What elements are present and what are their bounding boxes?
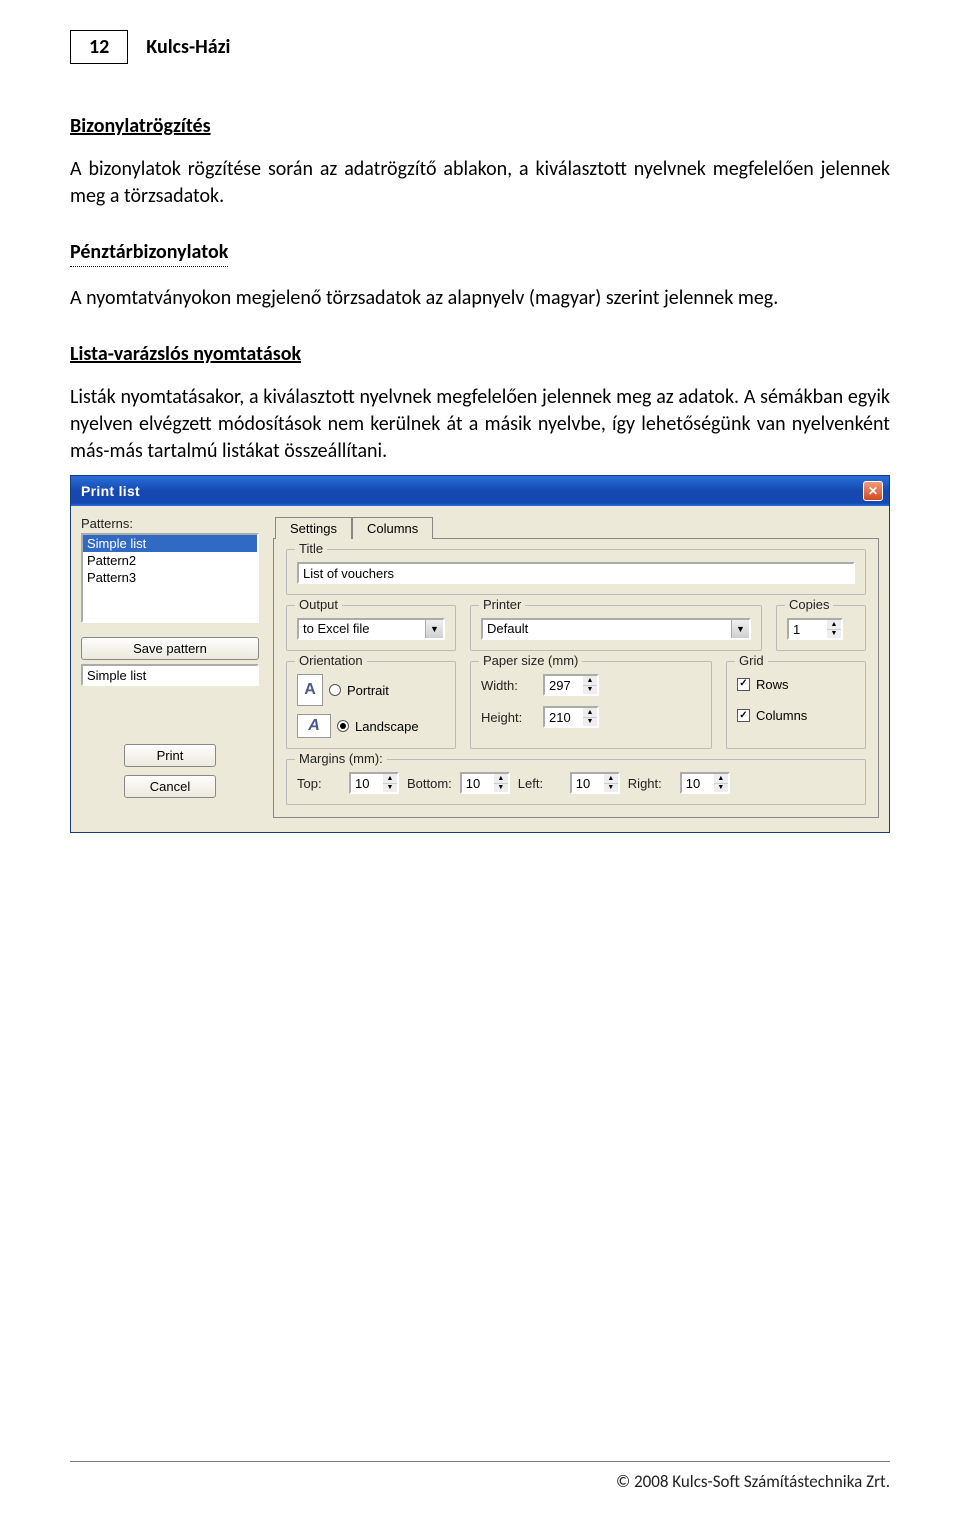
list-item[interactable]: Pattern2 [83, 552, 257, 569]
title-group: Title [286, 549, 866, 595]
settings-tabpanel: Title Output to Excel file ▼ Printe [273, 538, 879, 818]
page-header: 12 Kulcs-Házi [70, 30, 890, 64]
close-button[interactable]: ✕ [863, 481, 883, 501]
output-combobox[interactable]: to Excel file ▼ [297, 618, 445, 640]
landscape-radio[interactable]: Landscape [337, 719, 419, 734]
print-list-dialog: Print list ✕ Patterns: Simple list Patte… [70, 475, 890, 833]
spin-up-icon[interactable]: ▲ [383, 774, 397, 784]
spin-up-icon[interactable]: ▲ [583, 708, 597, 718]
height-label: Height: [481, 710, 533, 725]
portrait-icon: A [297, 674, 323, 706]
height-input[interactable] [543, 706, 583, 728]
margin-bottom-label: Bottom: [407, 776, 452, 791]
height-spinner[interactable]: ▲▼ [543, 706, 599, 728]
margin-right-label: Right: [628, 776, 672, 791]
section-heading-lista-varazslos: Lista-varázslós nyomtatások [70, 342, 890, 366]
document-title: Kulcs-Házi [146, 35, 230, 59]
dialog-title: Print list [81, 483, 140, 499]
margin-bottom-input[interactable] [460, 772, 494, 794]
paper-size-group: Paper size (mm) Width: ▲▼ Height: [470, 661, 712, 749]
title-input[interactable] [297, 562, 855, 584]
close-icon: ✕ [868, 484, 878, 498]
orientation-group: Orientation A Portrait A [286, 661, 456, 749]
margins-group-label: Margins (mm): [295, 751, 387, 766]
section-heading-bizonylatrogzites: Bizonylatrögzítés [70, 114, 890, 138]
list-item[interactable]: Pattern3 [83, 569, 257, 586]
copies-group-label: Copies [785, 597, 833, 612]
spin-down-icon[interactable]: ▼ [494, 784, 508, 793]
margins-group: Margins (mm): Top: ▲▼ Bottom: ▲▼ [286, 759, 866, 805]
patterns-listbox[interactable]: Simple list Pattern2 Pattern3 [81, 533, 259, 623]
pattern-name-input[interactable] [81, 664, 259, 686]
margin-top-label: Top: [297, 776, 341, 791]
margin-left-spinner[interactable]: ▲▼ [570, 772, 620, 794]
cancel-button[interactable]: Cancel [124, 775, 216, 798]
section2-paragraph: A nyomtatványokon megjelenő törzsadatok … [70, 285, 890, 312]
spin-down-icon[interactable]: ▼ [827, 630, 841, 639]
spin-up-icon[interactable]: ▲ [827, 620, 841, 630]
width-spinner[interactable]: ▲▼ [543, 674, 599, 696]
paper-size-group-label: Paper size (mm) [479, 653, 582, 668]
spin-up-icon[interactable]: ▲ [583, 676, 597, 686]
spin-up-icon[interactable]: ▲ [714, 774, 728, 784]
output-group: Output to Excel file ▼ [286, 605, 456, 651]
page-number: 12 [70, 30, 128, 64]
grid-columns-checkbox[interactable]: Columns [737, 708, 807, 723]
margin-left-label: Left: [518, 776, 562, 791]
tab-columns[interactable]: Columns [352, 517, 433, 539]
spin-down-icon[interactable]: ▼ [583, 718, 597, 727]
grid-group: Grid Rows Columns [726, 661, 866, 749]
printer-combobox[interactable]: Default ▼ [481, 618, 751, 640]
copies-spinner[interactable]: ▲▼ [787, 618, 855, 640]
landscape-icon: A [297, 714, 331, 738]
printer-group: Printer Default ▼ [470, 605, 762, 651]
section-heading-penztarbizonylatok: Pénztárbizonylatok [70, 240, 228, 267]
copies-group: Copies ▲▼ [776, 605, 866, 651]
spin-up-icon[interactable]: ▲ [604, 774, 618, 784]
spin-down-icon[interactable]: ▼ [583, 686, 597, 695]
margin-top-spinner[interactable]: ▲▼ [349, 772, 399, 794]
list-item[interactable]: Simple list [83, 535, 257, 552]
dialog-titlebar: Print list ✕ [71, 476, 889, 506]
printer-group-label: Printer [479, 597, 525, 612]
spin-down-icon[interactable]: ▼ [383, 784, 397, 793]
output-group-label: Output [295, 597, 342, 612]
tab-settings[interactable]: Settings [275, 517, 352, 539]
printer-value: Default [483, 620, 731, 638]
margin-left-input[interactable] [570, 772, 604, 794]
width-label: Width: [481, 678, 533, 693]
print-button[interactable]: Print [124, 744, 216, 767]
section3-paragraph: Listák nyomtatásakor, a kiválasztott nye… [70, 384, 890, 465]
margin-top-input[interactable] [349, 772, 383, 794]
width-input[interactable] [543, 674, 583, 696]
grid-group-label: Grid [735, 653, 768, 668]
orientation-group-label: Orientation [295, 653, 367, 668]
chevron-down-icon[interactable]: ▼ [425, 620, 443, 638]
spin-down-icon[interactable]: ▼ [714, 784, 728, 793]
spin-down-icon[interactable]: ▼ [604, 784, 618, 793]
section1-paragraph: A bizonylatok rögzítése során az adatrög… [70, 156, 890, 210]
patterns-label: Patterns: [81, 516, 259, 531]
grid-columns-label: Columns [756, 708, 807, 723]
title-group-label: Title [295, 541, 327, 556]
chevron-down-icon[interactable]: ▼ [731, 620, 749, 638]
margin-right-input[interactable] [680, 772, 714, 794]
spin-up-icon[interactable]: ▲ [494, 774, 508, 784]
footer-text: © 2008 Kulcs-Soft Számítástechnika Zrt. [616, 1471, 890, 1492]
grid-rows-checkbox[interactable]: Rows [737, 677, 789, 692]
margin-right-spinner[interactable]: ▲▼ [680, 772, 730, 794]
landscape-label: Landscape [355, 719, 419, 734]
output-value: to Excel file [299, 620, 425, 638]
save-pattern-button[interactable]: Save pattern [81, 637, 259, 660]
margin-bottom-spinner[interactable]: ▲▼ [460, 772, 510, 794]
footer-divider [70, 1461, 890, 1462]
portrait-radio[interactable]: Portrait [329, 683, 389, 698]
copies-input[interactable] [787, 618, 827, 640]
portrait-label: Portrait [347, 683, 389, 698]
grid-rows-label: Rows [756, 677, 789, 692]
